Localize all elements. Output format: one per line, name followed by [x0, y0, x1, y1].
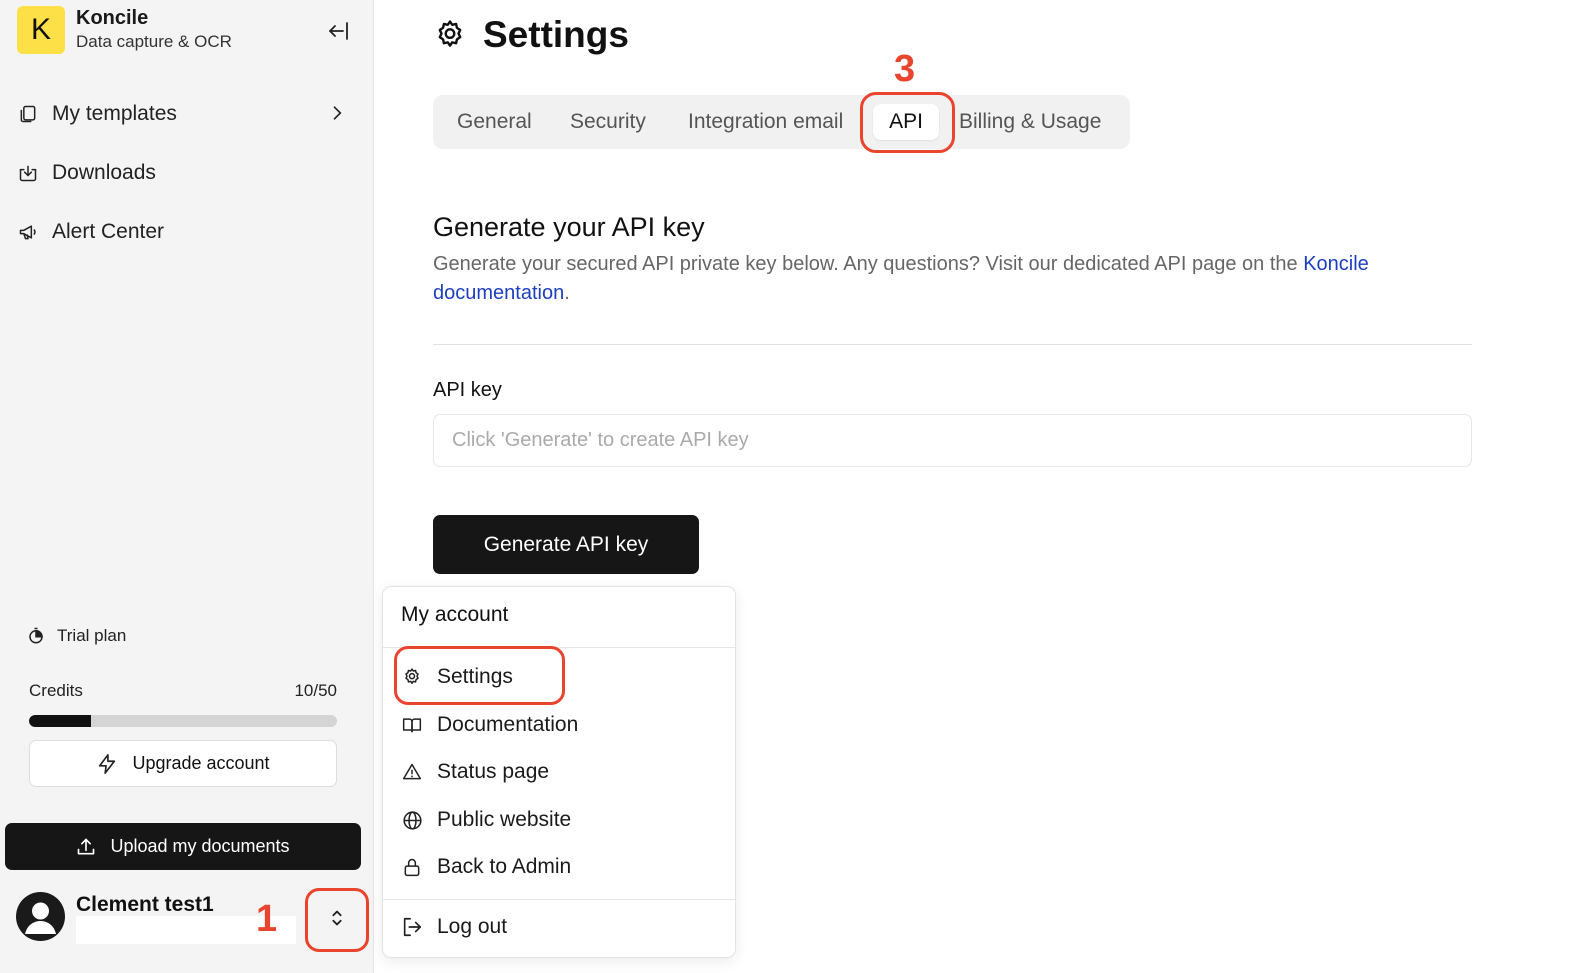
section-description-text: Generate your secured API private key be… [433, 253, 1304, 275]
upgrade-account-label: Upgrade account [132, 753, 270, 773]
menu-item-label: Back to Admin [437, 855, 572, 878]
sidebar-item-label: My templates [52, 102, 177, 125]
menu-item-public-website[interactable]: Public website [401, 802, 571, 838]
sidebar: K Koncile Data capture & OCR My template… [0, 0, 374, 973]
sidebar-item-label: Alert Center [52, 220, 165, 243]
upgrade-account-button[interactable]: Upgrade account [29, 740, 337, 787]
sidebar-item-label: Downloads [52, 161, 156, 184]
megaphone-icon [17, 221, 39, 243]
trial-plan-label: Trial plan [57, 626, 127, 645]
globe-icon [401, 809, 423, 831]
book-icon [401, 714, 423, 736]
menu-divider [383, 899, 735, 900]
settings-tabs: General Security Integration email API B… [433, 95, 1130, 149]
page-title: Settings [433, 14, 629, 56]
menu-item-label: Documentation [437, 713, 579, 736]
menu-item-status-page[interactable]: Status page [401, 754, 549, 790]
credits-label: Credits [29, 681, 83, 700]
step-annotation-1: 1 [256, 898, 278, 940]
divider [433, 344, 1472, 345]
warning-icon [401, 761, 423, 783]
upload-icon [76, 837, 96, 857]
api-key-label: API key [433, 379, 502, 401]
brand-subtitle: Data capture & OCR [76, 32, 232, 51]
account-dropdown-menu: My account Settings Documentation Status… [382, 586, 736, 958]
upload-documents-label: Upload my documents [110, 836, 290, 856]
settings-menu-highlight [394, 646, 565, 705]
trial-plan: Trial plan [27, 626, 126, 646]
api-tab-highlight [860, 92, 955, 153]
gear-icon [433, 18, 467, 52]
collapse-sidebar-icon[interactable] [326, 18, 352, 44]
tab-integration-email[interactable]: Integration email [688, 95, 843, 149]
account-menu-toggle[interactable] [305, 888, 369, 952]
lock-icon [401, 856, 423, 878]
menu-item-label: Status page [437, 760, 550, 783]
menu-item-documentation[interactable]: Documentation [401, 707, 578, 743]
menu-item-back-to-admin[interactable]: Back to Admin [401, 849, 571, 885]
menu-item-label: Public website [437, 808, 572, 831]
generate-api-key-button[interactable]: Generate API key [433, 515, 699, 574]
section-description: Generate your secured API private key be… [433, 250, 1483, 308]
user-avatar-icon [16, 892, 65, 941]
credits: Credits 10/50 [29, 681, 337, 701]
sidebar-item-my-templates[interactable]: My templates [17, 94, 357, 134]
lightning-icon [96, 753, 118, 775]
templates-icon [17, 103, 39, 125]
tab-general[interactable]: General [457, 95, 532, 149]
brand[interactable]: K Koncile Data capture & OCR [17, 6, 232, 54]
chevrons-up-down-icon [326, 907, 348, 934]
chevron-right-icon [327, 103, 347, 129]
brand-logo: K [17, 6, 65, 54]
credits-progress-bar [29, 715, 337, 727]
logout-icon [401, 916, 423, 938]
timer-icon [27, 627, 45, 645]
menu-header: My account [401, 603, 509, 626]
download-icon [17, 162, 39, 184]
tab-billing-usage[interactable]: Billing & Usage [959, 95, 1101, 149]
menu-item-label: Log out [437, 915, 508, 938]
upload-documents-button[interactable]: Upload my documents [5, 823, 361, 870]
credits-progress-fill [29, 715, 91, 727]
api-key-input[interactable] [433, 414, 1472, 467]
menu-item-log-out[interactable]: Log out [401, 909, 507, 945]
sidebar-item-downloads[interactable]: Downloads [17, 153, 357, 193]
section-title: Generate your API key [433, 212, 705, 242]
step-annotation-3: 3 [894, 48, 916, 90]
section-description-end: . [564, 282, 570, 304]
tab-security[interactable]: Security [570, 95, 646, 149]
brand-name: Koncile [76, 7, 149, 29]
sidebar-item-alert-center[interactable]: Alert Center [17, 212, 357, 252]
user-name: Clement test1 [76, 893, 214, 916]
credits-value: 10/50 [294, 681, 337, 700]
page-title-text: Settings [483, 14, 629, 55]
